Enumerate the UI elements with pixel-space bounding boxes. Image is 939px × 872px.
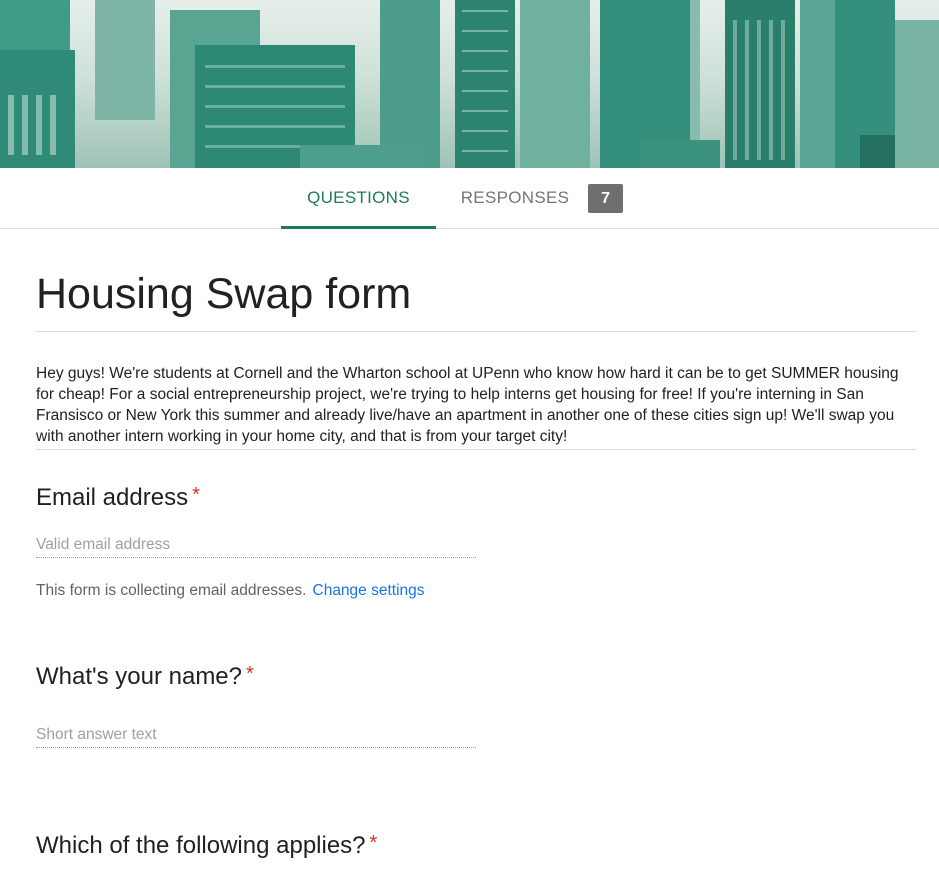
tab-responses-label: RESPONSES (460, 188, 570, 207)
tab-responses[interactable]: RESPONSES 7 (452, 168, 632, 228)
question-applies: Which of the following applies? * (36, 832, 377, 860)
active-tab-indicator (281, 226, 436, 229)
email-collection-note-text: This form is collecting email addresses. (36, 582, 307, 599)
tab-questions-label: QUESTIONS (307, 188, 410, 207)
responses-count-badge: 7 (588, 183, 624, 213)
form-description[interactable]: Hey guys! We're students at Cornell and … (36, 363, 916, 450)
question-email: Email address * (36, 484, 200, 512)
email-field-placeholder: Valid email address (36, 536, 171, 553)
tab-questions[interactable]: QUESTIONS (281, 168, 436, 229)
name-field-placeholder: Short answer text (36, 726, 157, 743)
question-email-label: Email address (36, 484, 189, 511)
question-name: What's your name? * (36, 663, 254, 691)
header-banner-city-skyline (0, 0, 939, 168)
form-title[interactable]: Housing Swap form (36, 270, 916, 332)
email-collection-note: This form is collecting email addresses.… (36, 582, 425, 600)
required-asterisk: * (246, 663, 254, 685)
required-asterisk: * (369, 832, 378, 854)
change-settings-link[interactable]: Change settings (313, 582, 425, 599)
form-tabs: QUESTIONS RESPONSES 7 (0, 168, 939, 229)
required-asterisk: * (192, 484, 200, 506)
question-name-label: What's your name? (36, 663, 243, 690)
question-applies-label: Which of the following applies? (36, 832, 366, 859)
name-short-answer-field[interactable]: Short answer text (36, 726, 476, 748)
city-skyline-illustration (0, 0, 939, 168)
email-field[interactable]: Valid email address (36, 536, 476, 558)
